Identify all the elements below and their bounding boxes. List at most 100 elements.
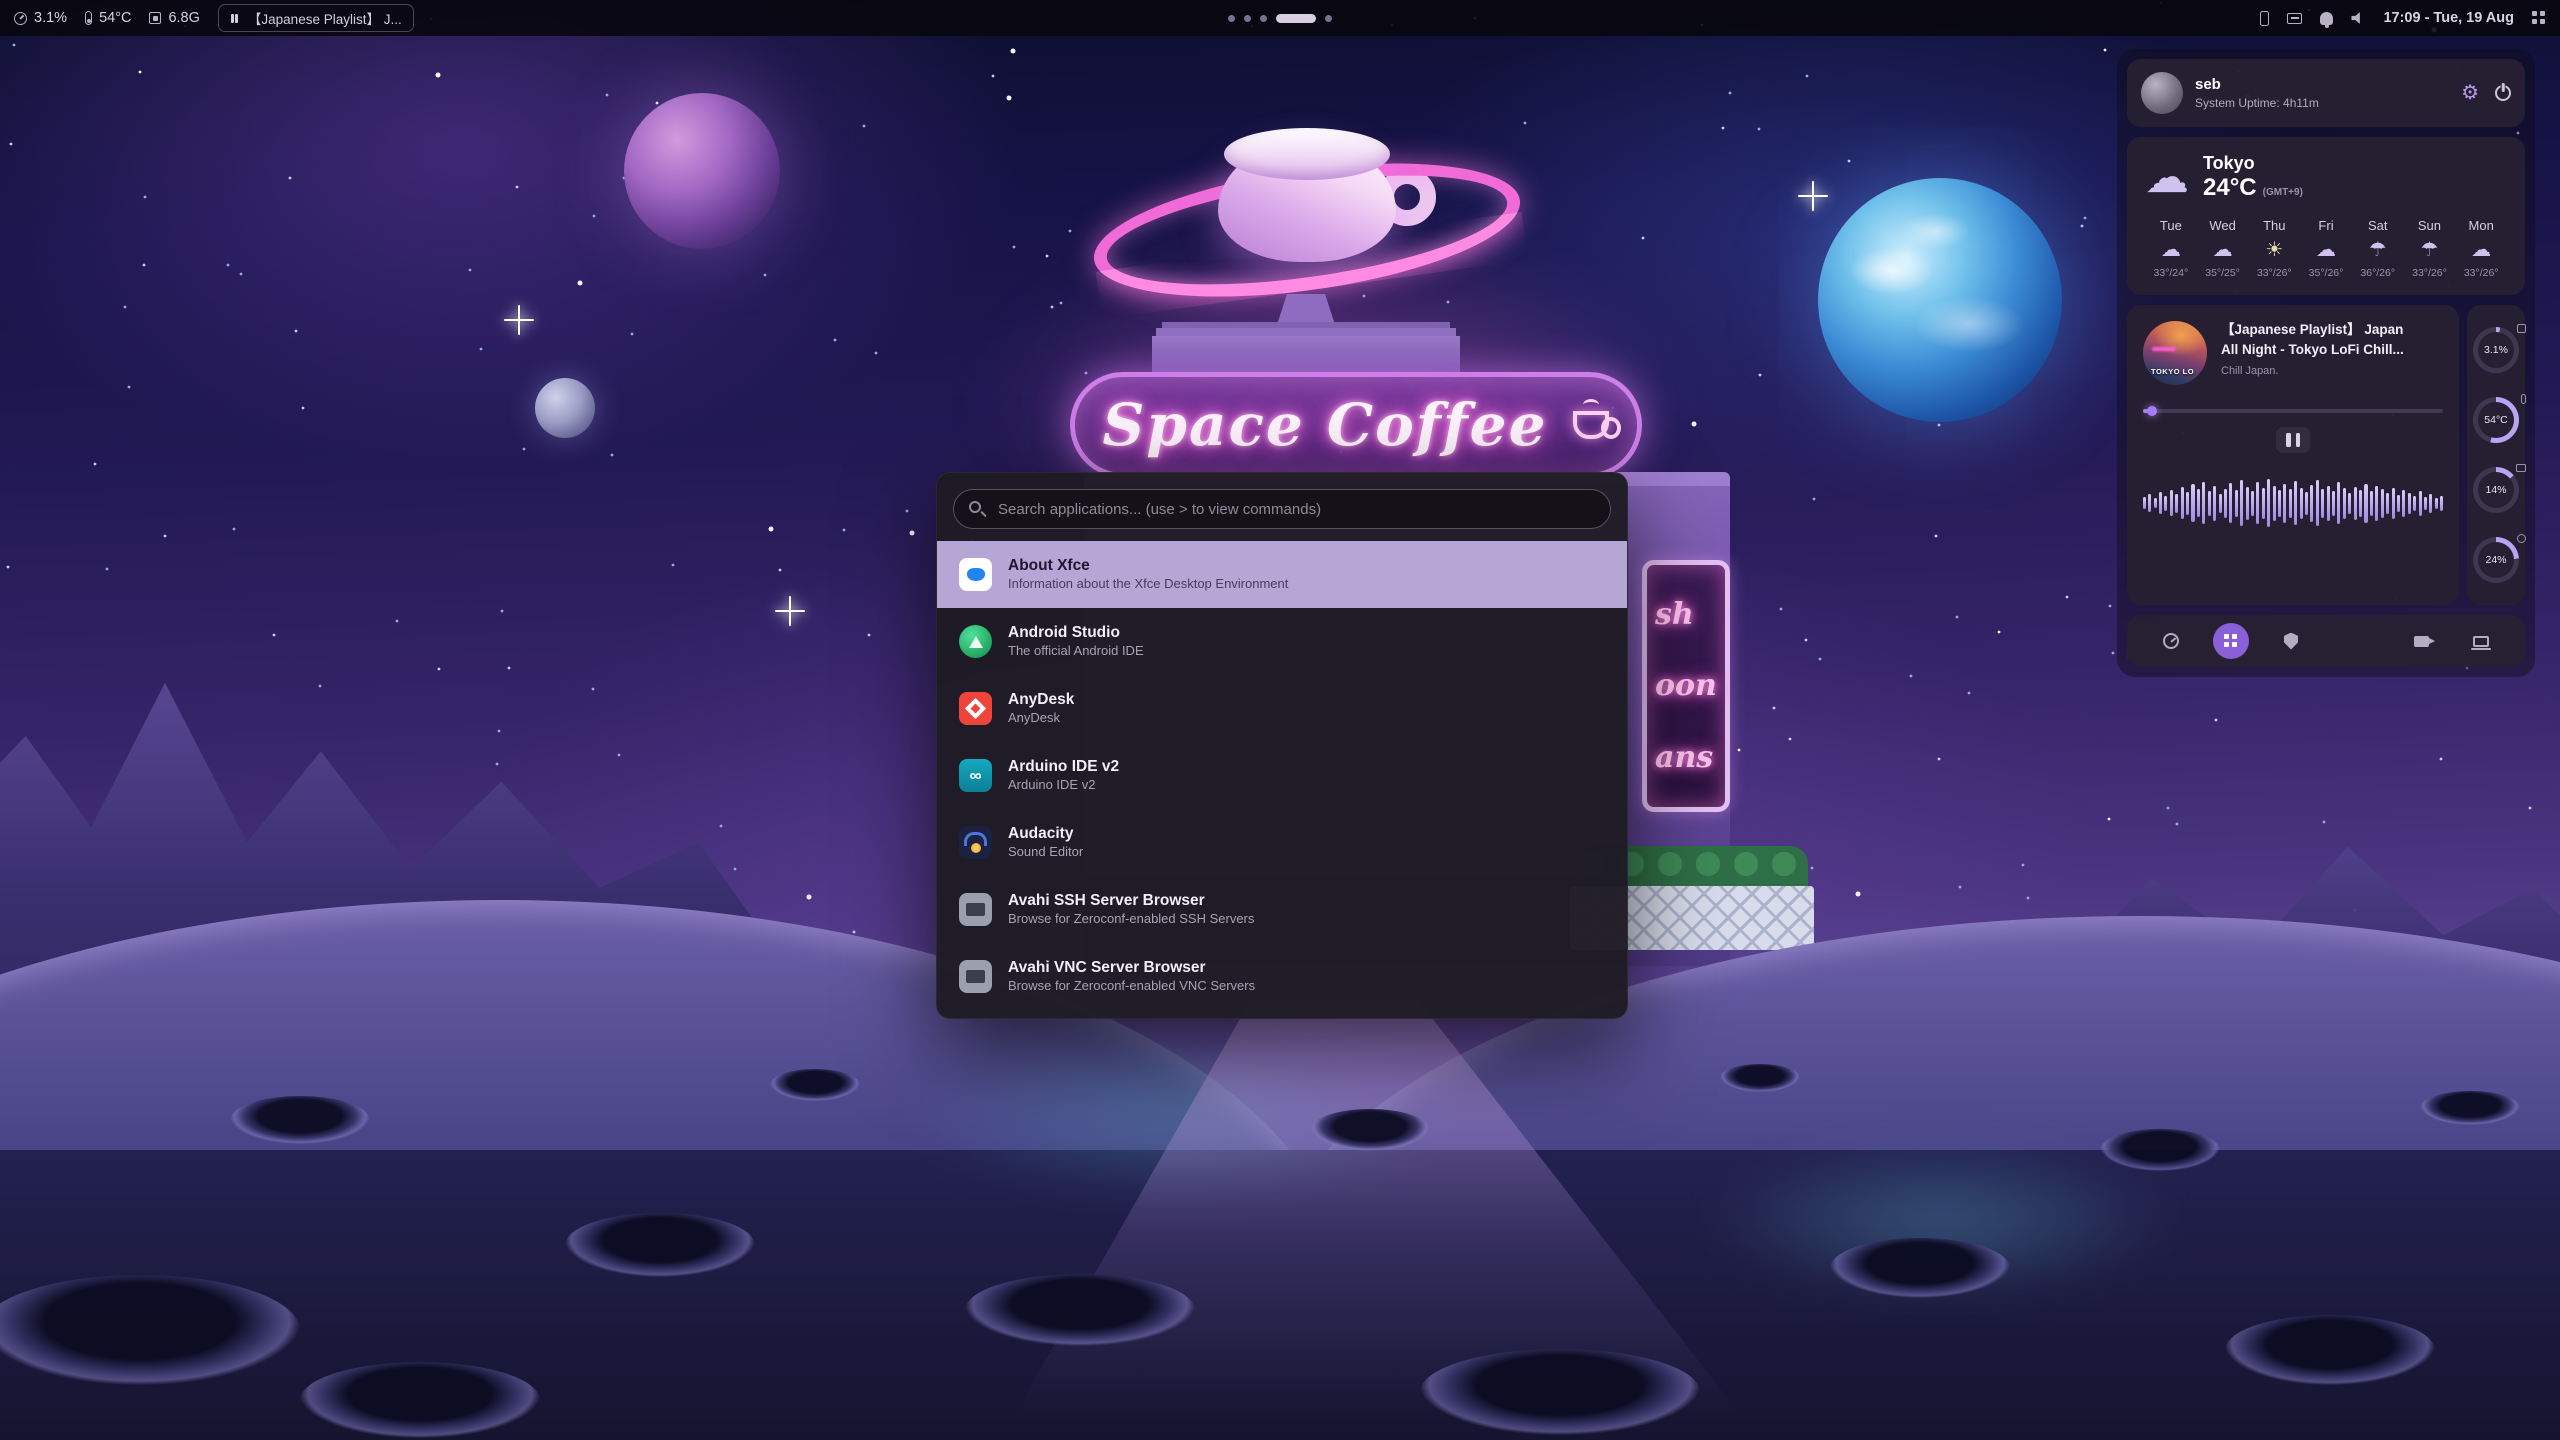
app-grid-icon[interactable] bbox=[2532, 11, 2546, 25]
display-button[interactable] bbox=[2463, 623, 2499, 659]
user-name: seb bbox=[2195, 76, 2449, 93]
system-uptime: System Uptime: 4h11m bbox=[2195, 96, 2449, 110]
forecast-day: Sat ☂ 36°/26° bbox=[2352, 218, 2404, 279]
cloud-icon: ☁ bbox=[2145, 156, 2189, 200]
temperature-stat[interactable]: 54°C bbox=[85, 10, 131, 26]
crater bbox=[770, 1069, 860, 1101]
forecast-day-label: Fri bbox=[2318, 218, 2333, 233]
cloud-icon: ☁ bbox=[2471, 240, 2491, 260]
forecast-day: Fri ☁ 35°/26° bbox=[2300, 218, 2352, 279]
waveform-bar bbox=[2240, 480, 2243, 526]
app-name: Android Studio bbox=[1008, 624, 1144, 642]
cloud-icon: ☁ bbox=[2213, 240, 2233, 260]
memory-icon bbox=[2516, 464, 2526, 472]
apps-button[interactable] bbox=[2213, 623, 2249, 659]
power-icon[interactable] bbox=[2495, 85, 2511, 101]
crater bbox=[565, 1213, 755, 1277]
media-widget[interactable]: 【Japanese Playlist】 J... bbox=[218, 4, 414, 32]
apps-grid-icon bbox=[2224, 634, 2238, 648]
waveform-bar bbox=[2316, 480, 2319, 526]
workspace-dot[interactable] bbox=[1228, 15, 1235, 22]
audacity-icon bbox=[959, 826, 992, 859]
notifications-bell-icon[interactable] bbox=[2320, 12, 2333, 25]
pause-button[interactable] bbox=[2276, 427, 2310, 453]
app-name: Avahi SSH Server Browser bbox=[1008, 892, 1254, 910]
forecast-temps: 35°/26° bbox=[2309, 267, 2344, 279]
system-gauge: 3.1% bbox=[2473, 327, 2519, 373]
memory-stat[interactable]: 6.8G bbox=[149, 10, 199, 26]
list-item[interactable]: AnyDesk AnyDesk bbox=[937, 675, 1627, 742]
forecast-day: Thu ☀ 33°/26° bbox=[2248, 218, 2300, 279]
album-art: TOKYO LO bbox=[2143, 321, 2207, 385]
volume-icon[interactable] bbox=[2351, 11, 2365, 25]
neon-sign: Space Coffee bbox=[1070, 372, 1642, 478]
forecast-day-label: Thu bbox=[2263, 218, 2285, 233]
avahi-vnc-icon bbox=[959, 960, 992, 993]
cup-opening bbox=[1224, 128, 1390, 180]
system-gauge: 54°C bbox=[2473, 397, 2519, 443]
xfce-icon bbox=[959, 558, 992, 591]
settings-gear-icon[interactable]: ⚙ bbox=[2461, 83, 2479, 103]
list-item[interactable]: Avahi VNC Server Browser Browse for Zero… bbox=[937, 943, 1627, 1010]
shop-window: sh oon ans bbox=[1642, 560, 1730, 812]
neon-sign-text: Space Coffee bbox=[1103, 391, 1548, 459]
waveform-bar bbox=[2321, 489, 2324, 518]
weather-timezone: (GMT+9) bbox=[2263, 187, 2303, 198]
progress-handle[interactable] bbox=[2147, 406, 2157, 416]
waveform-bar bbox=[2235, 490, 2238, 517]
phone-icon[interactable] bbox=[2260, 11, 2269, 26]
forecast-temps: 36°/26° bbox=[2360, 267, 2395, 279]
list-item[interactable]: About Xfce Information about the Xfce De… bbox=[937, 541, 1627, 608]
app-desc: Sound Editor bbox=[1008, 845, 1083, 860]
list-item[interactable]: Avahi SSH Server Browser Browse for Zero… bbox=[937, 876, 1627, 943]
workspace-dot[interactable] bbox=[1325, 15, 1332, 22]
dashboard-button[interactable] bbox=[2153, 623, 2189, 659]
waveform-bar bbox=[2186, 492, 2189, 515]
app-name: Avahi VNC Server Browser bbox=[1008, 959, 1255, 977]
video-camera-icon bbox=[2414, 636, 2429, 647]
waveform-bar bbox=[2392, 488, 2395, 519]
list-item[interactable]: Android Studio The official Android IDE bbox=[937, 608, 1627, 675]
cpu-stat[interactable]: 3.1% bbox=[14, 10, 67, 26]
waveform-bar bbox=[2424, 497, 2427, 510]
workspace-dot[interactable] bbox=[1244, 15, 1251, 22]
waveform-bar bbox=[2289, 489, 2292, 518]
app-list: About Xfce Information about the Xfce De… bbox=[937, 541, 1627, 1010]
waveform-bar bbox=[2175, 494, 2178, 513]
waveform bbox=[2143, 467, 2443, 539]
waveform-bar bbox=[2435, 498, 2438, 509]
list-item[interactable]: Arduino IDE v2 Arduino IDE v2 bbox=[937, 742, 1627, 809]
screen-record-button[interactable] bbox=[2403, 623, 2439, 659]
temperature-icon bbox=[2521, 394, 2526, 404]
list-item[interactable]: Audacity Sound Editor bbox=[937, 809, 1627, 876]
waveform-bar bbox=[2381, 489, 2384, 518]
crater bbox=[1310, 1109, 1430, 1151]
waveform-bar bbox=[2148, 494, 2151, 512]
waveform-bar bbox=[2419, 491, 2422, 516]
waveform-bar bbox=[2402, 490, 2405, 517]
security-button[interactable] bbox=[2273, 623, 2309, 659]
shield-icon bbox=[2284, 633, 2298, 650]
crater bbox=[965, 1274, 1195, 1346]
app-desc: Information about the Xfce Desktop Envir… bbox=[1008, 577, 1288, 592]
sidebar-dock bbox=[2127, 615, 2525, 667]
sign-marquee bbox=[1152, 336, 1460, 374]
clock[interactable]: 17:09 - Tue, 19 Aug bbox=[2383, 10, 2514, 26]
progress-bar[interactable] bbox=[2143, 409, 2443, 413]
waveform-bar bbox=[2359, 490, 2362, 517]
workspace-active[interactable] bbox=[1276, 14, 1316, 23]
workspace-dot[interactable] bbox=[1260, 15, 1267, 22]
forecast-row: Tue ☁ 33°/24° Wed ☁ 35°/25° Thu ☀ 33°/26… bbox=[2145, 218, 2507, 279]
track-title-line1: 【Japanese Playlist】 Japan bbox=[2221, 321, 2404, 339]
memory-chip-icon bbox=[149, 12, 161, 24]
forecast-day: Mon ☁ 33°/26° bbox=[2455, 218, 2507, 279]
network-icon[interactable] bbox=[2287, 13, 2302, 24]
search-input[interactable] bbox=[953, 489, 1611, 529]
waveform-bar bbox=[2332, 491, 2335, 516]
forecast-day: Sun ☂ 33°/26° bbox=[2404, 218, 2456, 279]
crater bbox=[2100, 1129, 2220, 1171]
waveform-bar bbox=[2370, 491, 2373, 516]
cpu-icon bbox=[2517, 324, 2526, 333]
widget-sidebar: seb System Uptime: 4h11m ⚙ ☁ Tokyo 24°C … bbox=[2117, 49, 2535, 677]
waveform-bar bbox=[2348, 493, 2351, 514]
